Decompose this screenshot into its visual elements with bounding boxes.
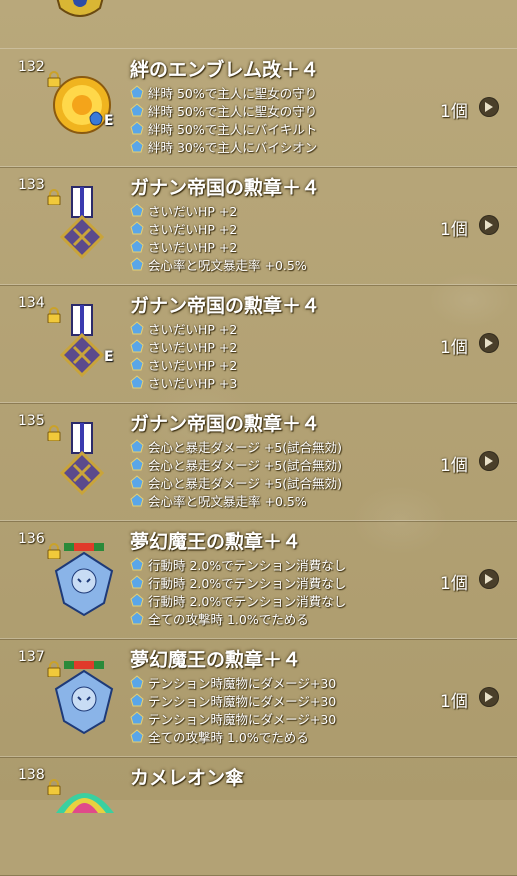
effects-list: さいだいHP +2 さいだいHP +2 さいだいHP +2 さいだいHP +3: [130, 319, 237, 391]
item-number: 137: [18, 649, 45, 665]
list-item[interactable]: 133 ガナン帝国の勲章＋４ さいだいHP +2 さいだいHP +2 さいだいH…: [0, 166, 517, 286]
item-name: 絆のエンブレム改＋４: [130, 59, 320, 81]
detail-arrow-icon[interactable]: [479, 215, 499, 235]
list-item[interactable]: 138 カメレオン傘: [0, 756, 517, 876]
effect-line: 行動時 2.0%でテンション消費なし: [130, 555, 346, 573]
item-count: 1個: [440, 102, 468, 122]
effect-line: 会心と暴走ダメージ +5(試合無効): [130, 437, 342, 455]
effect-line: 絆時 50%で主人に聖女の守り: [130, 101, 317, 119]
effect-line: さいだいHP +3: [130, 373, 237, 391]
item-number: 136: [18, 531, 45, 547]
item-count: 1個: [440, 692, 468, 712]
effect-line: 全ての攻撃時 1.0%でためる: [130, 609, 346, 627]
item-count: 1個: [440, 574, 468, 594]
effect-line: さいだいHP +2: [130, 319, 237, 337]
demon-king-medal-icon: [54, 661, 114, 735]
effect-icon: [130, 85, 144, 99]
effect-line: さいだいHP +2: [130, 219, 307, 237]
effect-line: テンション時魔物にダメージ+30: [130, 691, 336, 709]
effect-icon: [130, 321, 144, 335]
item-name: 夢幻魔王の勲章＋４: [130, 531, 302, 553]
effect-icon: [130, 593, 144, 607]
list-item[interactable]: 137 夢幻魔王の勲章＋４ テンション時魔物にダメージ+30 テンション時魔物に…: [0, 638, 517, 758]
effect-line: 会心と暴走ダメージ +5(試合無効): [130, 473, 342, 491]
list-item[interactable]: 136 夢幻魔王の勲章＋４ 行動時 2.0%でテンション消費なし 行動時 2.0…: [0, 520, 517, 640]
item-name: カメレオン傘: [130, 767, 245, 789]
sun-emblem-icon: [53, 76, 111, 134]
item-name: ガナン帝国の勲章＋４: [130, 295, 321, 317]
effect-line: 絆時 50%で主人に聖女の守り: [130, 83, 317, 101]
effect-line: さいだいHP +2: [130, 237, 307, 255]
item-name: ガナン帝国の勲章＋４: [130, 413, 321, 435]
effect-icon: [130, 457, 144, 471]
effect-line: 行動時 2.0%でテンション消費なし: [130, 591, 346, 609]
effect-icon: [130, 357, 144, 371]
chameleon-umbrella-icon: [56, 793, 114, 813]
effect-icon: [130, 693, 144, 707]
effect-icon: [130, 575, 144, 589]
list-item[interactable]: 132 E 絆のエンブレム改＋４ 絆時 50%で主人に聖女の守り 絆時 50%で…: [0, 48, 517, 168]
effects-list: 絆時 50%で主人に聖女の守り 絆時 50%で主人に聖女の守り 絆時 50%で主…: [130, 83, 317, 155]
effects-list: 会心と暴走ダメージ +5(試合無効) 会心と暴走ダメージ +5(試合無効) 会心…: [130, 437, 342, 509]
effect-icon: [130, 239, 144, 253]
equipped-mark: E: [104, 113, 114, 129]
effect-line: テンション時魔物にダメージ+30: [130, 709, 336, 727]
effect-line: 会心率と呪文暴走率 +0.5%: [130, 491, 342, 509]
effect-icon: [130, 103, 144, 117]
ganan-medal-icon: [59, 304, 105, 378]
ganan-medal-icon: [59, 422, 105, 496]
item-number: 134: [18, 295, 45, 311]
detail-arrow-icon[interactable]: [479, 97, 499, 117]
list-item[interactable]: 135 ガナン帝国の勲章＋４ 会心と暴走ダメージ +5(試合無効) 会心と暴走ダ…: [0, 402, 517, 522]
effect-line: 絆時 50%で主人にバイキルト: [130, 119, 317, 137]
equipped-mark: E: [104, 349, 114, 365]
effects-list: テンション時魔物にダメージ+30 テンション時魔物にダメージ+30 テンション時…: [130, 673, 336, 745]
effect-icon: [130, 439, 144, 453]
effect-line: 会心と暴走ダメージ +5(試合無効): [130, 455, 342, 473]
item-count: 1個: [440, 456, 468, 476]
effect-icon: [130, 203, 144, 217]
effect-line: さいだいHP +2: [130, 337, 237, 355]
detail-arrow-icon[interactable]: [479, 687, 499, 707]
effect-icon: [130, 711, 144, 725]
item-number: 135: [18, 413, 45, 429]
detail-arrow-icon[interactable]: [479, 333, 499, 353]
item-name: 夢幻魔王の勲章＋４: [130, 649, 302, 671]
detail-arrow-icon[interactable]: [479, 451, 499, 471]
effect-icon: [130, 375, 144, 389]
effect-line: さいだいHP +2: [130, 355, 237, 373]
effect-line: 絆時 30%で主人にバイシオン: [130, 137, 317, 155]
effect-icon: [130, 557, 144, 571]
effect-line: さいだいHP +2: [130, 201, 307, 219]
list-item[interactable]: 134 E ガナン帝国の勲章＋４ さいだいHP +2 さいだいHP +2 さいだ…: [0, 284, 517, 404]
effect-line: 会心率と呪文暴走率 +0.5%: [130, 255, 307, 273]
detail-arrow-icon[interactable]: [479, 569, 499, 589]
effect-icon: [130, 257, 144, 271]
effect-line: 全ての攻撃時 1.0%でためる: [130, 727, 336, 745]
ganan-medal-icon: [59, 186, 105, 260]
demon-king-medal-icon: [54, 543, 114, 617]
effect-icon: [130, 221, 144, 235]
effect-icon: [130, 339, 144, 353]
effect-icon: [130, 493, 144, 507]
effects-list: 行動時 2.0%でテンション消費なし 行動時 2.0%でテンション消費なし 行動…: [130, 555, 346, 627]
item-count: 1個: [440, 220, 468, 240]
effect-icon: [130, 139, 144, 153]
effect-icon: [130, 475, 144, 489]
effects-list: さいだいHP +2 さいだいHP +2 さいだいHP +2 会心率と呪文暴走率 …: [130, 201, 307, 273]
effect-line: テンション時魔物にダメージ+30: [130, 673, 336, 691]
effect-icon: [130, 729, 144, 743]
item-list[interactable]: 132 E 絆のエンブレム改＋４ 絆時 50%で主人に聖女の守り 絆時 50%で…: [0, 0, 517, 876]
effect-line: 行動時 2.0%でテンション消費なし: [130, 573, 346, 591]
item-number: 138: [18, 767, 45, 783]
item-count: 1個: [440, 338, 468, 358]
item-number: 133: [18, 177, 45, 193]
item-name: ガナン帝国の勲章＋４: [130, 177, 321, 199]
effect-icon: [130, 121, 144, 135]
item-number: 132: [18, 59, 45, 75]
effect-icon: [130, 675, 144, 689]
effect-icon: [130, 611, 144, 625]
